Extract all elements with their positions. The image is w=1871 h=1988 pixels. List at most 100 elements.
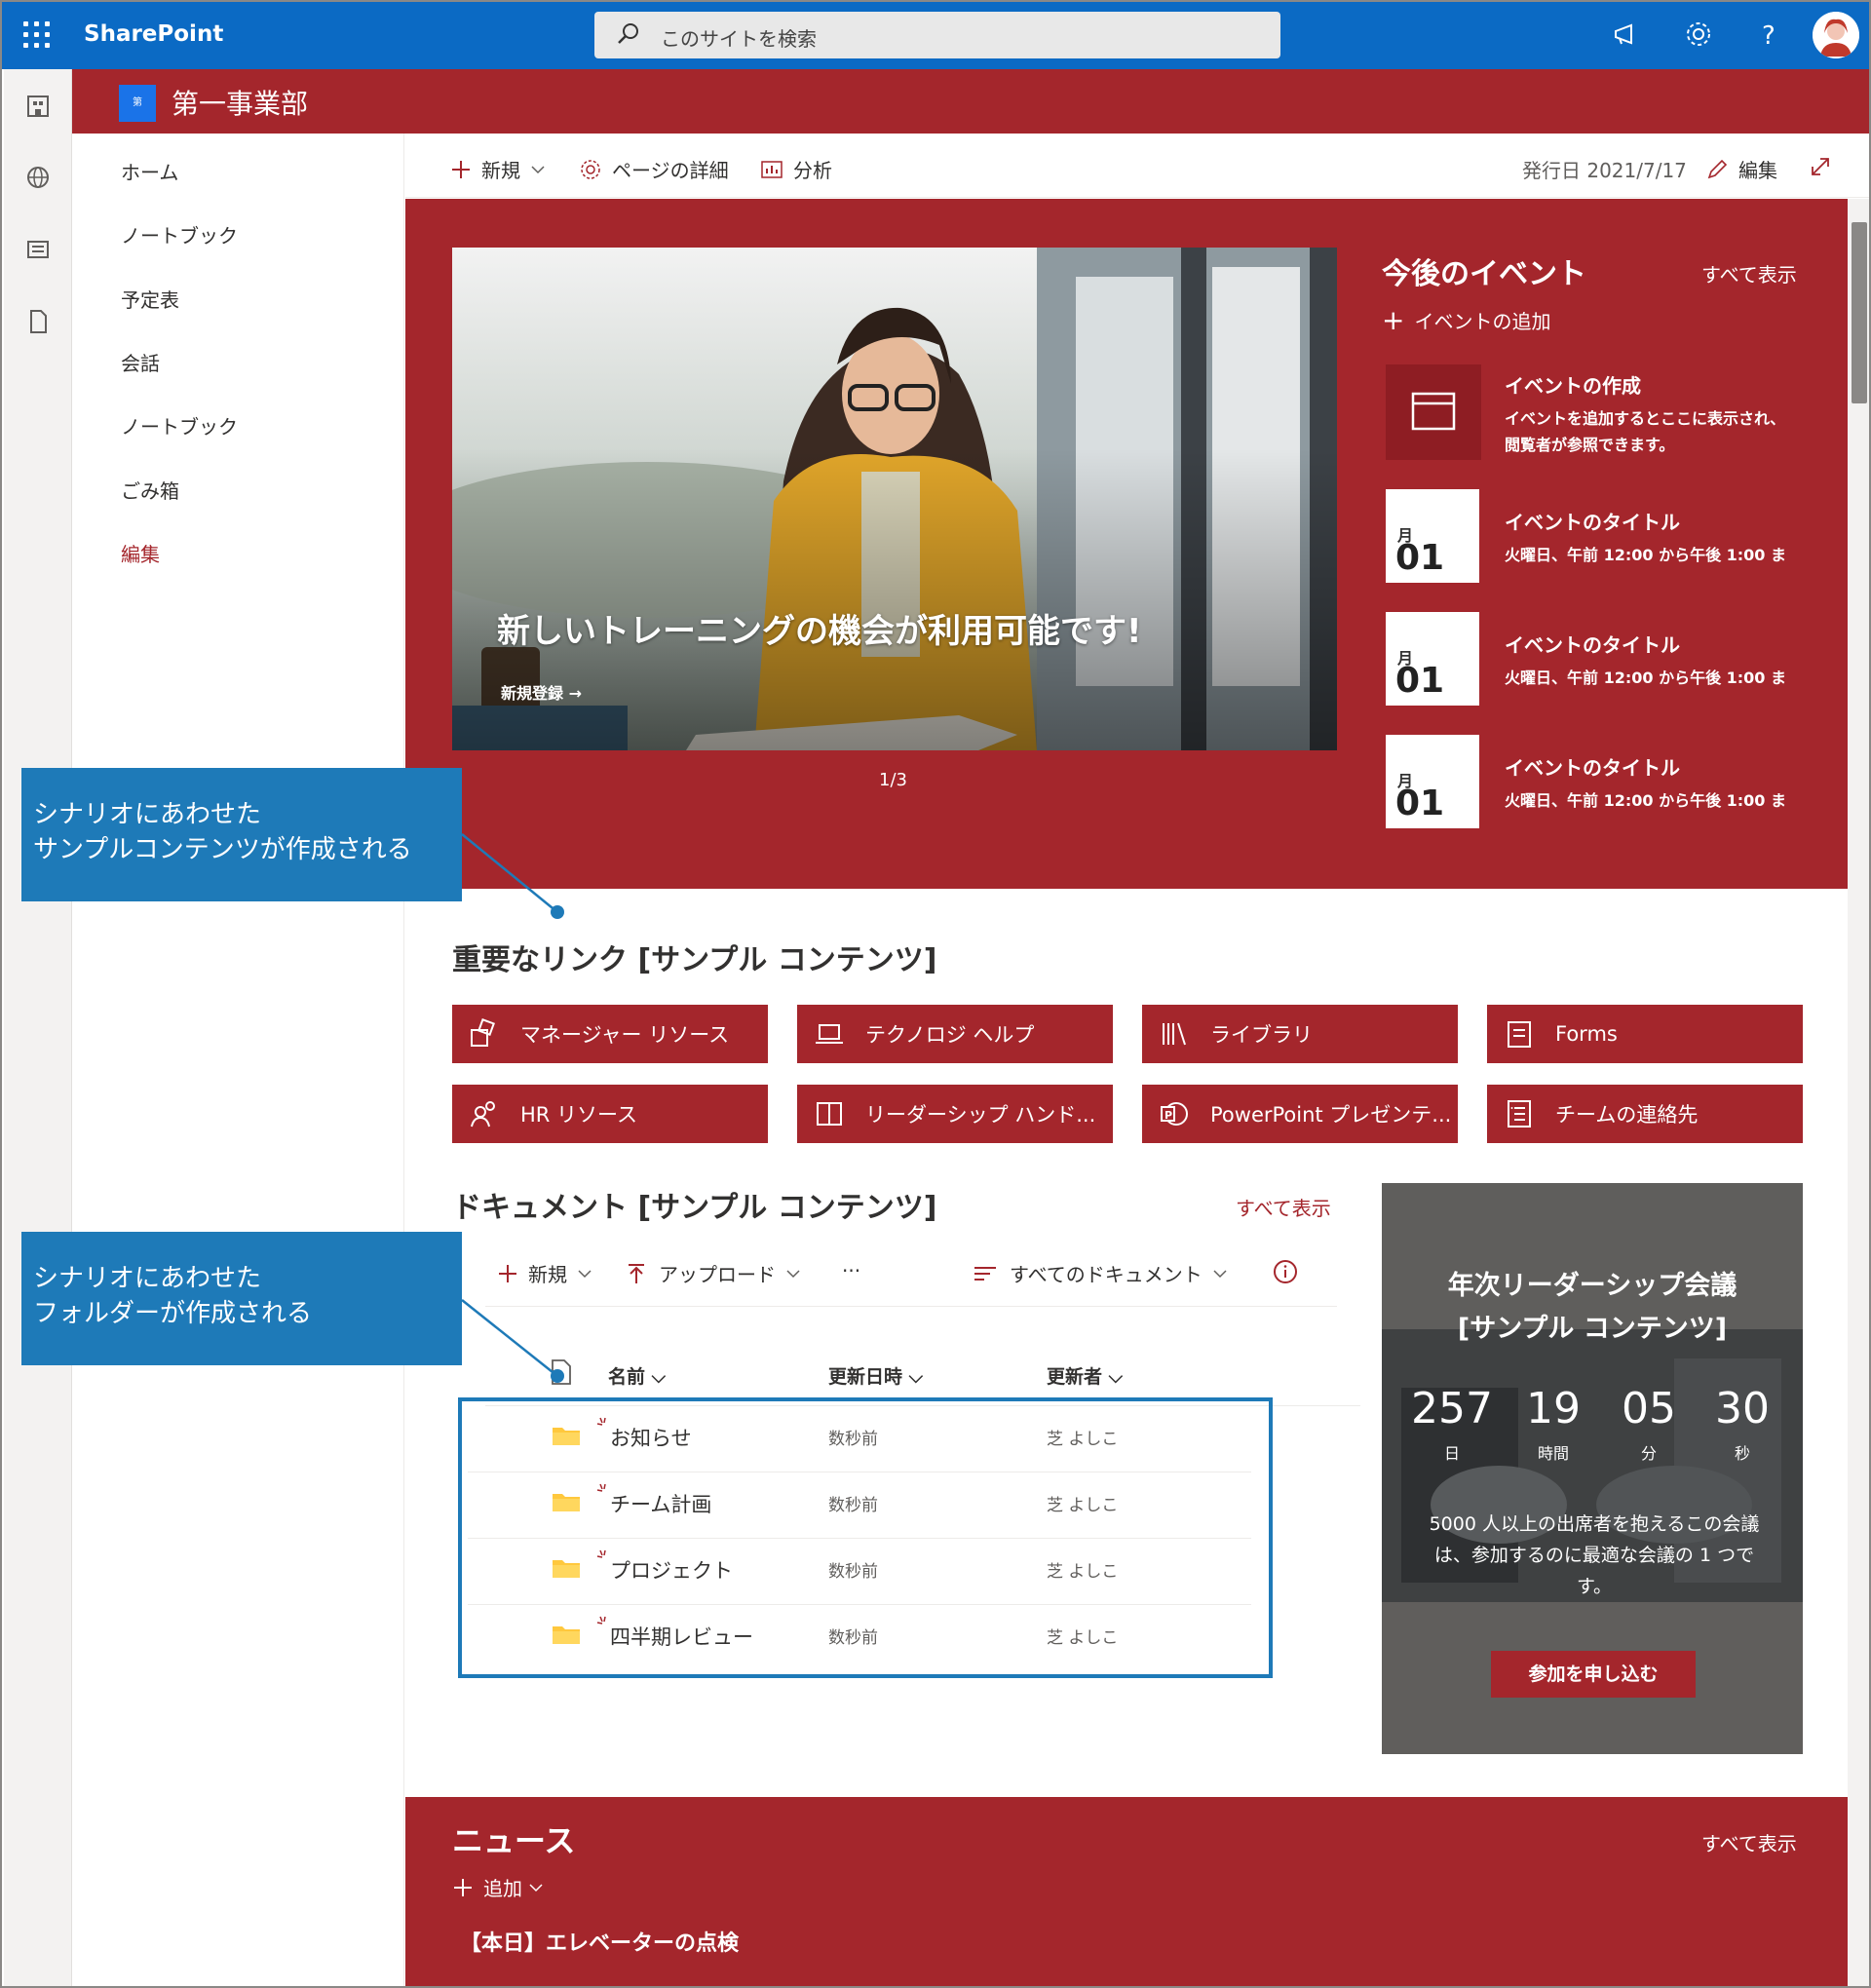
chevron-down-icon: [529, 1883, 543, 1892]
scrollbar-thumb[interactable]: [1852, 222, 1867, 403]
hero-title[interactable]: 新しいトレーニングの機会が利用可能です!: [497, 604, 1142, 652]
doc-new-label: 新規: [528, 1263, 567, 1286]
quick-link-powerpoint[interactable]: P PowerPoint プレゼンテ...: [1142, 1085, 1458, 1143]
app-bar: [4, 69, 72, 1986]
chevron-down-icon: [531, 165, 545, 173]
callout-line: フォルダーが作成される: [33, 1299, 313, 1328]
event-date-tile: 月 01: [1386, 735, 1479, 828]
quick-link-tech-help[interactable]: テクノロジ ヘルプ: [797, 1005, 1113, 1063]
calendar-icon: [1386, 364, 1481, 460]
laptop-icon: [813, 1017, 846, 1051]
view-label: すべてのドキュメント: [1010, 1263, 1203, 1286]
event-title[interactable]: イベントのタイトル: [1505, 630, 1680, 658]
nav-item-notebook[interactable]: ノートブック: [121, 220, 238, 248]
event-time: 火曜日、午前 12:00 から午後 1:00 ま: [1505, 669, 1787, 687]
quick-link-hr-resources[interactable]: HR リソース: [452, 1085, 768, 1143]
analytics-button[interactable]: 分析: [760, 155, 832, 183]
news-heading: ニュース: [452, 1822, 576, 1859]
event-date-tile: 月 01: [1386, 489, 1479, 583]
column-modified-label: 更新日時: [828, 1366, 903, 1388]
quick-link-label: チームの連絡先: [1555, 1103, 1699, 1127]
register-button[interactable]: 参加を申し込む: [1491, 1651, 1696, 1698]
app-name[interactable]: SharePoint: [84, 21, 223, 47]
edit-page-button[interactable]: 編集: [1705, 155, 1777, 183]
app-launcher-icon[interactable]: [23, 21, 51, 49]
column-header-modified-by[interactable]: 更新者 ⌵: [1047, 1362, 1123, 1389]
countdown-seconds-unit: 秒: [1734, 1444, 1750, 1463]
callout-pointer: [461, 1299, 564, 1383]
chevron-down-icon: [786, 1269, 800, 1278]
document-icon[interactable]: [23, 307, 53, 336]
documents-see-all[interactable]: すべて表示: [1236, 1193, 1331, 1221]
more-options-button[interactable]: ···: [842, 1259, 860, 1282]
megaphone-icon[interactable]: [1612, 19, 1641, 49]
shapes-icon: [468, 1017, 501, 1051]
help-icon[interactable]: ?: [1754, 19, 1783, 49]
forms-icon: [1503, 1017, 1536, 1051]
countdown-hours-unit: 時間: [1537, 1444, 1569, 1463]
news-add-button[interactable]: 追加: [452, 1873, 544, 1901]
home-site-icon[interactable]: [23, 91, 53, 120]
quick-link-team-contacts[interactable]: チームの連絡先: [1487, 1085, 1803, 1143]
hero-image[interactable]: [452, 248, 1337, 750]
nav-item-notebook-2[interactable]: ノートブック: [121, 411, 238, 440]
quick-link-library[interactable]: ライブラリ: [1142, 1005, 1458, 1063]
plus-icon: [454, 1878, 472, 1896]
news-icon[interactable]: [23, 235, 53, 264]
chart-icon: [761, 160, 783, 178]
nav-item-conversations[interactable]: 会話: [121, 348, 160, 376]
scrollbar[interactable]: [1848, 199, 1869, 1986]
gear-icon: [581, 159, 600, 179]
new-button[interactable]: 新規: [450, 155, 555, 183]
nav-item-calendar[interactable]: 予定表: [121, 285, 179, 313]
divider: [485, 1306, 1337, 1307]
countdown-title-line: 年次リーダーシップ会議: [1447, 1271, 1737, 1301]
sharepoint-window: SharePoint このサイトを検索 ? 第 第一事業部 ホーム ノートブック…: [0, 0, 1871, 1988]
column-header-name[interactable]: 名前 ⌵: [608, 1362, 666, 1389]
suite-bar: SharePoint このサイトを検索 ?: [2, 2, 1869, 69]
globe-icon[interactable]: [23, 163, 53, 192]
event-day: 01: [1395, 538, 1445, 578]
events-see-all[interactable]: すべて表示: [1701, 259, 1797, 287]
search-placeholder: このサイトを検索: [661, 27, 817, 51]
add-event-button[interactable]: + イベントの追加: [1382, 306, 1550, 334]
people-icon: [468, 1097, 501, 1130]
event-title[interactable]: イベントのタイトル: [1505, 507, 1680, 535]
edit-label: 編集: [1738, 159, 1777, 182]
quick-link-manager-resources[interactable]: マネージャー リソース: [452, 1005, 768, 1063]
news-see-all[interactable]: すべて表示: [1701, 1828, 1797, 1856]
info-icon[interactable]: [1273, 1259, 1298, 1284]
quick-link-forms[interactable]: Forms: [1487, 1005, 1803, 1063]
page-details-button[interactable]: ページの詳細: [579, 155, 729, 183]
expand-icon[interactable]: [1809, 155, 1832, 178]
quick-link-label: リーダーシップ ハンド...: [865, 1103, 1096, 1127]
nav-item-recycle-bin[interactable]: ごみ箱: [121, 476, 179, 504]
event-title[interactable]: イベントのタイトル: [1505, 752, 1680, 781]
news-item-title[interactable]: 【本日】エレベーターの点検: [460, 1926, 739, 1957]
arrow-right-icon: →: [568, 684, 582, 703]
doc-new-button[interactable]: 新規: [497, 1259, 592, 1287]
search-icon: [618, 23, 638, 44]
nav-item-home[interactable]: ホーム: [121, 157, 178, 185]
gear-icon[interactable]: [1684, 19, 1713, 49]
create-event-title[interactable]: イベントの作成: [1505, 370, 1641, 399]
upload-button[interactable]: アップロード: [626, 1259, 801, 1287]
site-title[interactable]: 第一事業部: [172, 83, 308, 122]
search-box[interactable]: このサイトを検索: [594, 12, 1280, 58]
svg-text:?: ?: [1762, 21, 1776, 49]
column-header-modified[interactable]: 更新日時 ⌵: [828, 1362, 923, 1389]
page-details-label: ページの詳細: [612, 159, 729, 182]
hero-link[interactable]: 新規登録 →: [501, 680, 582, 704]
countdown-title-line: [サンプル コンテンツ]: [1457, 1314, 1728, 1344]
site-logo[interactable]: 第: [119, 85, 156, 122]
view-selector[interactable]: すべてのドキュメント: [973, 1259, 1228, 1287]
plus-icon: [499, 1264, 516, 1282]
analytics-label: 分析: [793, 159, 832, 182]
event-time: 火曜日、午前 12:00 から午後 1:00 ま: [1505, 791, 1787, 810]
countdown-seconds: 30: [1715, 1384, 1770, 1434]
plus-icon: [452, 160, 470, 178]
quick-link-leadership-handbook[interactable]: リーダーシップ ハンド...: [797, 1085, 1113, 1143]
nav-edit-link[interactable]: 編集: [121, 539, 160, 567]
callout-folders: シナリオにあわせた フォルダーが作成される: [21, 1232, 462, 1365]
avatar[interactable]: [1813, 12, 1859, 58]
